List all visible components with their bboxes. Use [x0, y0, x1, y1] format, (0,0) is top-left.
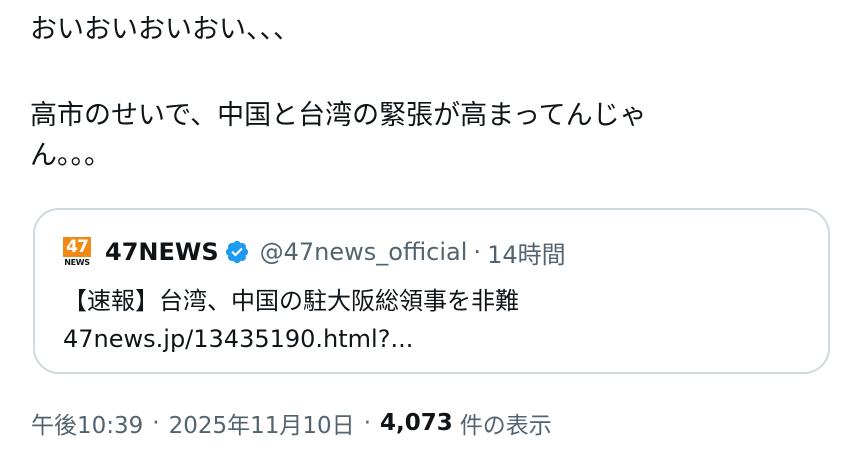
tweet-text-line: おいおいおいおい、、、 [30, 14, 300, 45]
quoted-tweet-header: 47 NEWS 47NEWS @47news_official · 14時間 [63, 235, 566, 270]
verified-badge-icon [225, 240, 248, 264]
views-count[interactable]: 4,073 [380, 410, 453, 436]
quoted-tweet-link: 47news.jp/13435190.html?... [63, 325, 414, 353]
tweet-timestamp-time[interactable]: 午後10:39 [31, 406, 143, 440]
quoted-tweet-card[interactable]: 47 NEWS 47NEWS @47news_official · 14時間 【… [33, 208, 830, 374]
avatar-logo-text: NEWS [64, 258, 90, 267]
separator-dot: · [363, 410, 371, 436]
tweet-text-line: 高市のせいで、中国と台湾の緊張が高まってんじゃ [30, 100, 647, 131]
separator-dot: · [473, 238, 482, 266]
tweet-text-line: ん。。。 [30, 140, 111, 171]
quoted-tweet-time[interactable]: 14時間 [487, 235, 566, 270]
user-handle[interactable]: @47news_official [260, 238, 468, 266]
display-name[interactable]: 47NEWS [105, 238, 219, 266]
views-label[interactable]: 件の表示 [460, 406, 552, 440]
tweet-timestamp-date[interactable]: 2025年11月10日 [169, 406, 355, 440]
avatar-logo-number: 47 [63, 237, 91, 257]
separator-dot: · [152, 410, 160, 436]
tweet-meta: 午後10:39 · 2025年11月10日 · 4,073 件の表示 [31, 406, 552, 440]
quoted-tweet-text: 【速報】台湾、中国の駐大阪総領事を非難 47news.jp/13435190.h… [63, 282, 519, 358]
tweet-text: おいおいおいおい、、、 高市のせいで、中国と台湾の緊張が高まってんじゃ ん。。。 [30, 10, 810, 176]
avatar[interactable]: 47 NEWS [63, 237, 91, 267]
quoted-tweet-headline: 【速報】台湾、中国の駐大阪総領事を非難 [63, 287, 519, 315]
